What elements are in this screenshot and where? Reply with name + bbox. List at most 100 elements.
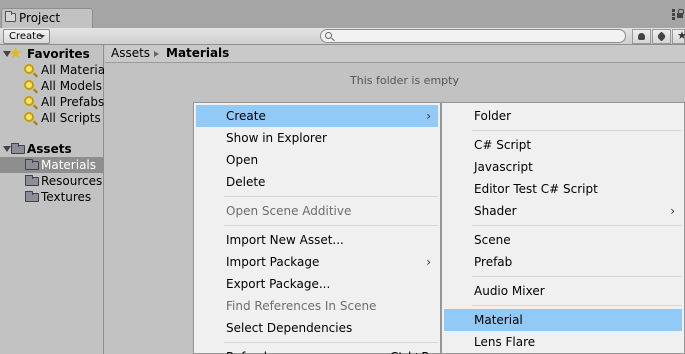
assets-header[interactable]: Assets [0,141,104,157]
saved-search-icon [24,80,34,90]
menu-item-label: Import New Asset... [226,233,344,247]
menu-item-select-dependencies[interactable]: Select Dependencies [196,317,438,339]
menu-item-label: Lens Flare [474,335,536,349]
search-input[interactable] [320,29,626,43]
folder-icon [25,191,39,202]
menu-item-shortcut: Ctrl+R [390,346,430,354]
project-toolbar: Create ★ [0,28,685,45]
menu-item-label: Export Package... [226,277,331,291]
tag-icon [656,31,667,42]
breadcrumb-root[interactable]: Assets [111,45,150,62]
window-menu-icon[interactable] [672,13,675,16]
breadcrumb: Assets Materials [105,45,685,63]
favorite-item-all-models[interactable]: All Models [0,78,104,94]
favorites-star-icon: ★ [9,44,23,62]
menu-item-label: Material [474,313,523,327]
create-item-folder[interactable]: Folder [444,105,682,127]
menu-separator [472,130,682,131]
favorites-label: Favorites [27,47,90,61]
create-item-audio-mixer[interactable]: Audio Mixer [444,280,682,302]
create-submenu: Folder C# Script Javascript Editor Test … [441,102,685,354]
menu-item-label: Show in Explorer [226,131,327,145]
menu-item-label: Create [226,109,266,123]
create-item-javascript[interactable]: Javascript [444,156,682,178]
create-button-label: Create [9,31,43,42]
menu-item-label: Find References In Scene [226,299,377,313]
folder-item-textures[interactable]: Textures [0,189,104,205]
favorite-item-all-materials[interactable]: All Materials [0,62,115,78]
menu-item-export-package[interactable]: Export Package... [196,273,438,295]
dropdown-arrow-icon [39,35,45,38]
submenu-arrow-icon: › [426,255,431,269]
menu-separator [472,276,682,277]
create-item-shader[interactable]: Shader › [444,200,682,222]
saved-search-icon [24,64,34,74]
favorite-label: All Scripts [41,111,101,125]
menu-item-refresh[interactable]: Refresh Ctrl+R [196,346,438,354]
breadcrumb-current[interactable]: Materials [166,45,229,62]
save-search-button[interactable]: ★ [672,29,685,44]
menu-item-label: Folder [474,109,512,123]
menu-separator [224,225,438,226]
lock-icon[interactable] [677,9,684,18]
menu-item-label: Editor Test C# Script [474,182,598,196]
menu-separator [224,342,438,343]
menu-separator [224,196,438,197]
folder-icon [25,159,39,170]
menu-item-label: Import Package [226,255,320,269]
menu-item-delete[interactable]: Delete [196,171,438,193]
search-by-type-button[interactable] [632,29,651,44]
menu-item-show-in-explorer[interactable]: Show in Explorer [196,127,438,149]
favorite-label: All Materials [41,63,115,77]
favorites-header[interactable]: ★ Favorites [0,44,104,62]
menu-item-label: Javascript [474,160,533,174]
folder-icon [5,11,16,22]
create-item-lens-flare[interactable]: Lens Flare [444,331,682,353]
menu-item-label: Select Dependencies [226,321,353,335]
submenu-arrow-icon: › [670,204,675,218]
folder-label: Textures [41,190,92,204]
submenu-arrow-icon: › [426,109,431,123]
create-item-scene[interactable]: Scene [444,229,682,251]
context-menu: Create › Show in Explorer Open Delete Op… [193,102,441,354]
search-icon [325,32,332,39]
folder-icon [25,175,39,186]
menu-item-import-package[interactable]: Import Package › [196,251,438,273]
menu-item-open-scene-additive: Open Scene Additive [196,200,438,222]
assets-label: Assets [27,142,72,156]
favorite-label: All Models [41,79,102,93]
project-tab[interactable]: Project [1,8,93,28]
folder-label: Resources [41,174,103,188]
create-item-editor-test-script[interactable]: Editor Test C# Script [444,178,682,200]
create-item-csharp-script[interactable]: C# Script [444,134,682,156]
create-dropdown-button[interactable]: Create [3,29,50,44]
menu-item-label: Audio Mixer [474,284,545,298]
menu-separator [472,225,682,226]
menu-item-find-references: Find References In Scene [196,295,438,317]
menu-item-open[interactable]: Open [196,149,438,171]
menu-item-label: Scene [474,233,511,247]
search-by-label-button[interactable] [652,29,671,44]
folder-item-resources[interactable]: Resources [0,173,104,189]
menu-item-import-new-asset[interactable]: Import New Asset... [196,229,438,251]
menu-item-label: Open Scene Additive [226,204,352,218]
menu-item-label: Refresh [226,346,271,354]
saved-search-icon [24,112,34,122]
menu-item-label: Prefab [474,255,513,269]
folder-tree-panel: ★ Favorites All Materials All Models All… [0,44,115,354]
type-filter-icon [638,33,645,40]
expand-triangle-icon[interactable] [3,146,11,152]
menu-item-label: Delete [226,175,266,189]
menu-separator [472,305,682,306]
favorite-item-all-prefabs[interactable]: All Prefabs [0,94,104,110]
folder-label: Materials [41,158,97,172]
star-icon: ★ [677,29,685,42]
create-item-prefab[interactable]: Prefab [444,251,682,273]
saved-search-icon [24,96,34,106]
folder-item-materials[interactable]: Materials [0,157,104,173]
favorite-item-all-scripts[interactable]: All Scripts [0,110,104,126]
create-item-material[interactable]: Material [444,309,682,331]
menu-item-create[interactable]: Create › [196,105,438,127]
folder-icon [11,143,25,154]
project-tab-label: Project [19,11,61,25]
